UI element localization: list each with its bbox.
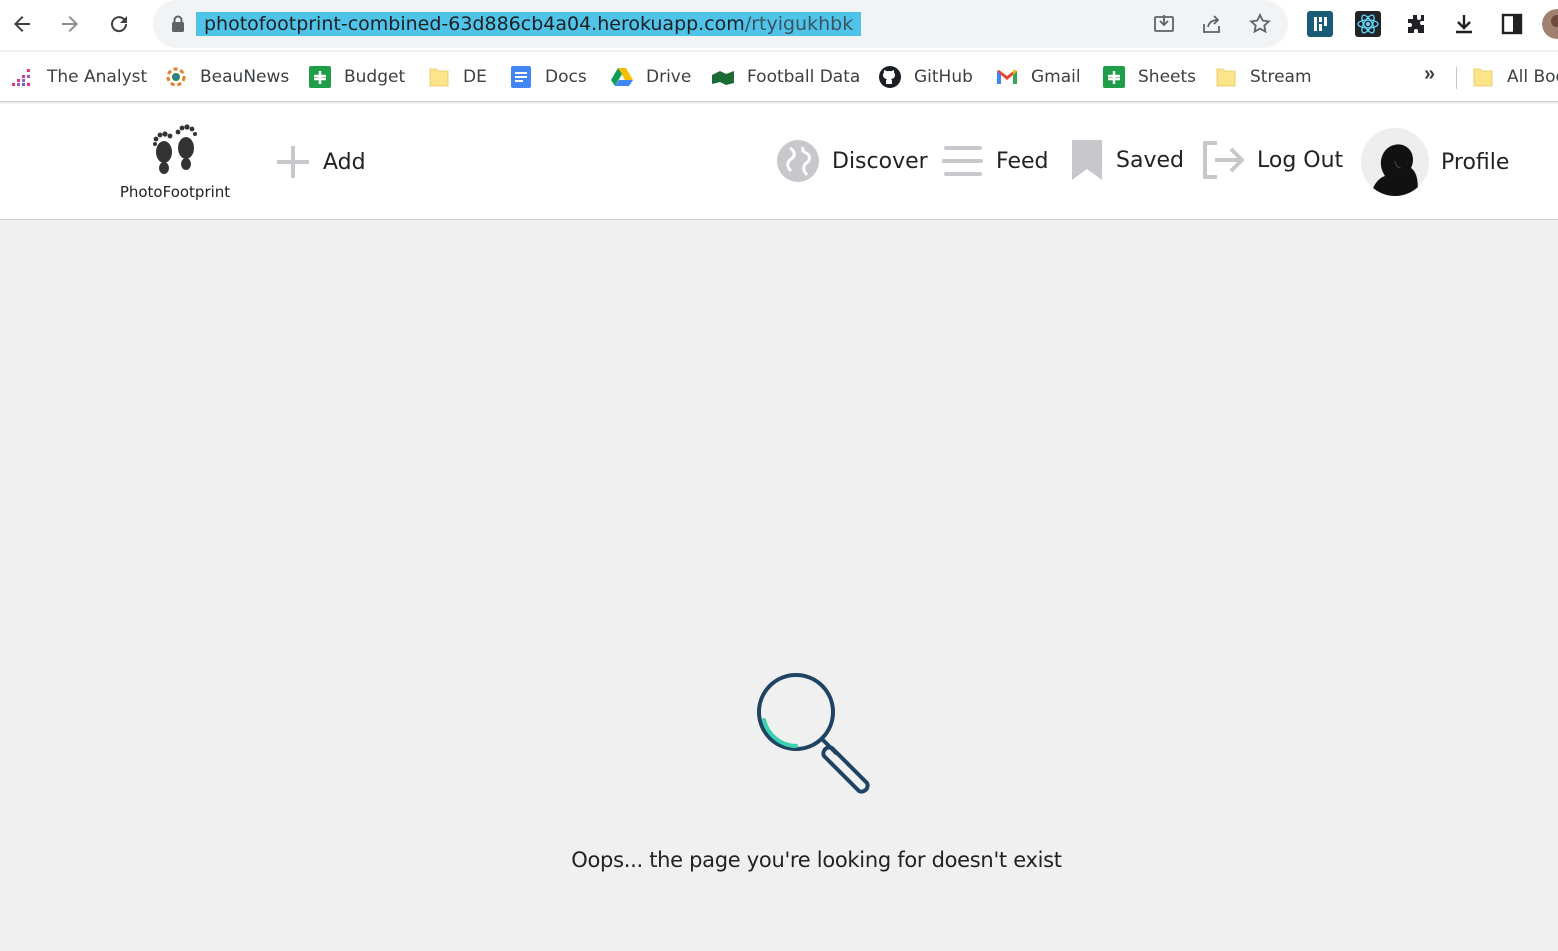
bookmark-beaunews[interactable]: BeauNews xyxy=(164,63,289,91)
saved-link[interactable]: Saved xyxy=(1070,138,1184,182)
star-icon[interactable] xyxy=(1246,10,1274,38)
bookmark-sheets[interactable]: Sheets xyxy=(1102,63,1196,91)
bookmark-label: DE xyxy=(463,67,487,87)
bookmark-drive[interactable]: Drive xyxy=(610,63,691,91)
share-icon[interactable] xyxy=(1198,10,1226,38)
browser-profile-avatar[interactable] xyxy=(1542,9,1558,39)
bookmark-label: BeauNews xyxy=(200,67,290,87)
bookmark-gmail[interactable]: Gmail xyxy=(995,63,1081,91)
bookmark-the-analyst[interactable]: The Analyst xyxy=(11,63,147,91)
bookmark-football-data[interactable]: Football Data xyxy=(711,63,860,91)
footprints-icon xyxy=(153,124,197,174)
download-icon[interactable] xyxy=(1449,9,1479,39)
bookmark-label: GitHub xyxy=(914,67,973,87)
analyst-icon xyxy=(11,65,35,89)
folder-icon xyxy=(1471,65,1495,89)
bookmark-all-bookmarks[interactable]: All Boo xyxy=(1471,63,1558,91)
reload-icon[interactable] xyxy=(103,8,135,40)
url-text[interactable]: photofootprint-combined-63d886cb4a04.her… xyxy=(196,12,862,36)
beaunews-icon xyxy=(164,65,188,89)
extension-icon[interactable] xyxy=(1305,9,1335,39)
browser-toolbar: photofootprint-combined-63d886cb4a04.her… xyxy=(0,0,1558,50)
bookmark-stream[interactable]: Stream xyxy=(1214,63,1312,91)
bookmark-de[interactable]: DE xyxy=(427,63,487,91)
docs-icon xyxy=(509,65,533,89)
install-icon[interactable] xyxy=(1150,10,1178,38)
feed-lines-icon xyxy=(942,144,984,178)
bookmark-budget[interactable]: Budget xyxy=(308,63,405,91)
add-label: Add xyxy=(323,149,366,175)
drive-icon xyxy=(610,65,634,89)
bookmark-label: Docs xyxy=(545,67,587,87)
folder-icon xyxy=(427,65,451,89)
logout-button[interactable]: Log Out xyxy=(1201,140,1343,180)
not-found-message: Oops... the page you're looking for does… xyxy=(571,848,1062,872)
more-bookmarks-button[interactable]: » xyxy=(1424,63,1435,86)
saved-label: Saved xyxy=(1116,147,1184,173)
logo-text: PhotoFootprint xyxy=(119,183,231,201)
app-header: PhotoFootprint Add Discover Feed Saved L… xyxy=(0,104,1558,220)
back-arrow-icon[interactable] xyxy=(6,8,38,40)
bookmark-icon xyxy=(1070,138,1104,182)
football-data-icon xyxy=(711,65,735,89)
logout-label: Log Out xyxy=(1257,147,1344,173)
add-button[interactable]: Add xyxy=(275,144,366,180)
bookmark-label: Stream xyxy=(1250,67,1312,87)
bookmark-docs[interactable]: Docs xyxy=(509,63,587,91)
sheets-icon xyxy=(1102,65,1126,89)
profile-link[interactable]: Profile xyxy=(1361,128,1509,196)
bookmark-label: Gmail xyxy=(1031,67,1081,87)
forward-arrow-icon[interactable] xyxy=(54,8,86,40)
bookmarks-bar: The Analyst BeauNews Budget DE Docs Driv… xyxy=(0,52,1558,102)
discover-label: Discover xyxy=(832,148,928,174)
lock-icon[interactable] xyxy=(171,15,185,38)
bookmarks-divider xyxy=(1456,67,1457,89)
logo-link[interactable]: PhotoFootprint xyxy=(110,122,240,201)
avatar xyxy=(1361,128,1429,196)
feed-link[interactable]: Feed xyxy=(942,144,1049,178)
bookmark-label: The Analyst xyxy=(47,67,148,87)
discover-link[interactable]: Discover xyxy=(776,139,928,183)
react-icon[interactable] xyxy=(1353,9,1383,39)
bookmark-github[interactable]: GitHub xyxy=(878,63,973,91)
gmail-icon xyxy=(995,65,1019,89)
folder-icon xyxy=(1214,65,1238,89)
bookmark-label: Sheets xyxy=(1138,67,1197,87)
sheets-icon xyxy=(308,65,332,89)
profile-label: Profile xyxy=(1441,149,1510,175)
bookmark-label: Football Data xyxy=(747,67,861,87)
bookmark-label: Drive xyxy=(646,67,692,87)
globe-icon xyxy=(776,139,820,183)
side-panel-icon[interactable] xyxy=(1497,9,1527,39)
bookmark-label: All Boo xyxy=(1507,67,1558,87)
magnifier-icon xyxy=(752,672,882,801)
url-path: /rtyigukhbk xyxy=(744,13,854,35)
github-icon xyxy=(878,65,902,89)
bookmark-label: Budget xyxy=(344,67,406,87)
feed-label: Feed xyxy=(996,148,1049,174)
plus-icon xyxy=(275,144,311,180)
puzzle-icon[interactable] xyxy=(1401,9,1431,39)
url-host: photofootprint-combined-63d886cb4a04.her… xyxy=(204,13,745,35)
logout-icon xyxy=(1201,140,1245,180)
